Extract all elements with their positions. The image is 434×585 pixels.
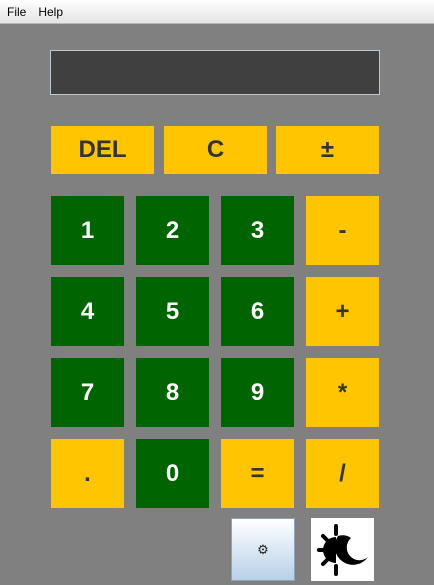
digit-2-button[interactable]: 2 xyxy=(136,196,209,265)
dark-mode-toggle-button[interactable] xyxy=(311,518,374,581)
calculator-display xyxy=(50,50,380,95)
digit-0-button[interactable]: 0 xyxy=(136,439,209,508)
decimal-button[interactable]: . xyxy=(51,439,124,508)
equals-button[interactable]: = xyxy=(221,439,294,508)
menu-bar: File Help xyxy=(0,0,434,24)
digit-7-button[interactable]: 7 xyxy=(51,358,124,427)
settings-button[interactable]: ⚙ xyxy=(231,518,295,581)
divide-button[interactable]: / xyxy=(306,439,379,508)
digit-5-button[interactable]: 5 xyxy=(136,277,209,346)
negate-button[interactable]: ± xyxy=(276,126,379,174)
gear-icon: ⚙ xyxy=(257,541,269,557)
multiply-button[interactable]: * xyxy=(306,358,379,427)
menu-help[interactable]: Help xyxy=(33,0,68,24)
digit-8-button[interactable]: 8 xyxy=(136,358,209,427)
menu-file[interactable]: File xyxy=(2,0,31,24)
clear-button[interactable]: C xyxy=(164,126,267,174)
digit-1-button[interactable]: 1 xyxy=(51,196,124,265)
minus-button[interactable]: - xyxy=(306,196,379,265)
digit-3-button[interactable]: 3 xyxy=(221,196,294,265)
digit-4-button[interactable]: 4 xyxy=(51,277,124,346)
digit-6-button[interactable]: 6 xyxy=(221,277,294,346)
digit-9-button[interactable]: 9 xyxy=(221,358,294,427)
plus-button[interactable]: + xyxy=(306,277,379,346)
delete-button[interactable]: DEL xyxy=(51,126,154,174)
sun-moon-icon xyxy=(316,523,368,576)
